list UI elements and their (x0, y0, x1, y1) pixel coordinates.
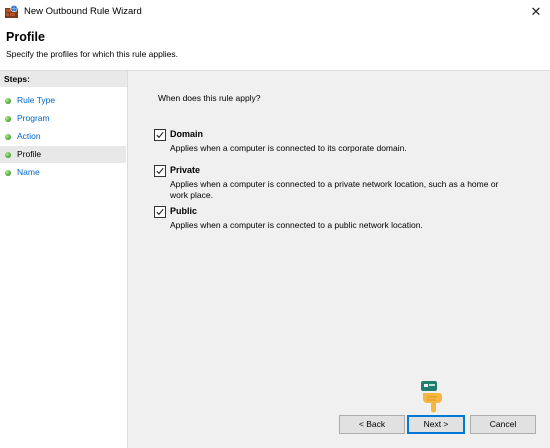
sidebar-item-action[interactable]: Action (0, 128, 126, 145)
public-label[interactable]: Public (170, 206, 197, 216)
step-status-icon (5, 170, 11, 176)
sidebar-item-label: Rule Type (17, 95, 56, 105)
wizard-header: Profile Specify the profiles for which t… (0, 24, 550, 71)
window-title: New Outbound Rule Wizard (24, 6, 142, 17)
step-status-icon (5, 98, 11, 104)
next-button[interactable]: Next > (407, 415, 465, 434)
domain-checkbox[interactable] (154, 129, 166, 141)
checkmark-icon (156, 131, 164, 139)
steps-heading-label: Steps: (4, 74, 30, 84)
cancel-button[interactable]: Cancel (470, 415, 536, 434)
page-subtitle: Specify the profiles for which this rule… (6, 49, 178, 59)
sidebar-item-name[interactable]: Name (0, 164, 126, 181)
checkmark-icon (156, 208, 164, 216)
private-description: Applies when a computer is connected to … (170, 179, 499, 200)
steps-sidebar: Steps: Rule Type Program Action Profile … (0, 71, 128, 448)
step-status-icon (5, 116, 11, 122)
private-label[interactable]: Private (170, 165, 200, 175)
private-checkbox[interactable] (154, 165, 166, 177)
close-icon[interactable]: ✕ (522, 0, 550, 24)
public-description: Applies when a computer is connected to … (170, 220, 423, 230)
pointing-hand-cursor-icon (421, 381, 442, 413)
sidebar-item-rule-type[interactable]: Rule Type (0, 92, 126, 109)
back-button[interactable]: < Back (339, 415, 405, 434)
sidebar-item-label: Program (17, 113, 50, 123)
steps-heading: Steps: (0, 71, 127, 87)
question-label: When does this rule apply? (158, 93, 261, 103)
domain-label[interactable]: Domain (170, 129, 203, 139)
sidebar-item-profile[interactable]: Profile (0, 146, 126, 163)
step-status-icon (5, 134, 11, 140)
sidebar-item-label: Action (17, 131, 41, 141)
checkmark-icon (156, 167, 164, 175)
public-checkbox[interactable] (154, 206, 166, 218)
page-title: Profile (6, 30, 45, 44)
sidebar-item-label: Name (17, 167, 40, 177)
step-status-icon (5, 152, 11, 158)
firewall-icon (5, 5, 18, 18)
wizard-content: When does this rule apply? Domain Applie… (128, 71, 550, 448)
title-bar: New Outbound Rule Wizard ✕ (0, 0, 550, 24)
sidebar-item-label: Profile (17, 149, 42, 159)
domain-description: Applies when a computer is connected to … (170, 143, 407, 153)
sidebar-item-program[interactable]: Program (0, 110, 126, 127)
